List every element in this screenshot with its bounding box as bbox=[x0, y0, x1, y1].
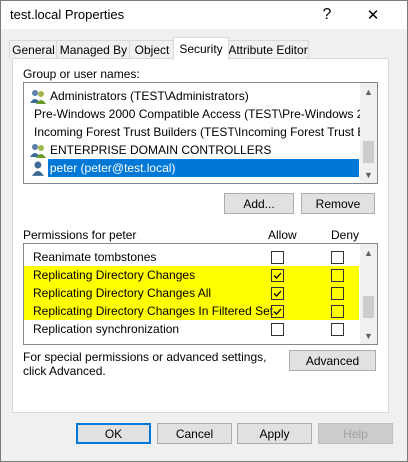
list-item[interactable]: Incoming Forest Trust Builders (TEST\Inc… bbox=[24, 123, 377, 141]
tab-managed-by[interactable]: Managed By bbox=[56, 40, 131, 59]
group-icon bbox=[30, 144, 46, 158]
chevron-down-icon[interactable]: ▼ bbox=[360, 166, 377, 183]
ok-button[interactable]: OK bbox=[76, 423, 151, 444]
tab-general[interactable]: General bbox=[9, 40, 58, 59]
cancel-button[interactable]: Cancel bbox=[157, 423, 232, 444]
tab-object[interactable]: Object bbox=[129, 40, 175, 59]
allow-checkbox[interactable] bbox=[271, 304, 284, 318]
tab-label: Managed By bbox=[59, 43, 128, 57]
deny-checkbox[interactable] bbox=[331, 304, 344, 318]
allow-checkbox[interactable] bbox=[271, 322, 284, 336]
permission-row: Replicating Directory Changes In Filtere… bbox=[24, 302, 359, 320]
permission-name: Replicating Directory Changes In Filtere… bbox=[33, 304, 274, 318]
apply-button[interactable]: Apply bbox=[237, 423, 312, 444]
permission-row: Reanimate tombstones bbox=[24, 248, 359, 266]
chevron-down-icon[interactable]: ▼ bbox=[360, 327, 377, 344]
permission-row: Replicating Directory Changes All bbox=[24, 284, 359, 302]
selected-user-label: peter (peter@test.local) bbox=[47, 159, 359, 177]
deny-header: Deny bbox=[331, 228, 360, 242]
list-item[interactable]: Administrators (TEST\Administrators) bbox=[24, 87, 359, 105]
chevron-up-icon[interactable]: ▲ bbox=[360, 83, 377, 100]
permission-name: Replicating Directory Changes bbox=[33, 268, 196, 282]
deny-checkbox[interactable] bbox=[331, 250, 344, 264]
user-icon bbox=[31, 161, 44, 176]
permissions-scrollbar[interactable]: ▲ ▼ bbox=[360, 244, 377, 344]
tab-label: Object bbox=[134, 43, 170, 57]
title-bar: test.local Properties ? ✕ bbox=[1, 1, 407, 29]
allow-header: Allow bbox=[268, 228, 297, 242]
chevron-up-icon[interactable]: ▲ bbox=[360, 244, 377, 261]
checkmark-icon bbox=[273, 308, 282, 315]
security-panel: Group or user names: Administrators (TES… bbox=[12, 58, 389, 413]
list-item[interactable]: peter (peter@test.local) bbox=[24, 159, 359, 177]
list-item-label: Administrators (TEST\Administrators) bbox=[50, 89, 249, 103]
allow-checkbox[interactable] bbox=[271, 250, 284, 264]
deny-checkbox[interactable] bbox=[331, 268, 344, 282]
advanced-button[interactable]: Advanced bbox=[289, 350, 376, 371]
help-title-button[interactable]: ? bbox=[307, 1, 347, 29]
allow-checkbox[interactable] bbox=[271, 286, 284, 300]
permission-row: Replication synchronization bbox=[24, 320, 359, 338]
deny-checkbox[interactable] bbox=[331, 286, 344, 300]
list-item-label: Pre-Windows 2000 Compatible Access (TEST… bbox=[34, 107, 378, 121]
deny-checkbox[interactable] bbox=[331, 322, 344, 336]
permissions-label: Permissions for peter bbox=[23, 228, 137, 242]
group-icon bbox=[30, 90, 46, 104]
advanced-hint: For special permissions or advanced sett… bbox=[23, 350, 267, 378]
add-button[interactable]: Add... bbox=[224, 193, 294, 214]
list-item[interactable]: Pre-Windows 2000 Compatible Access (TEST… bbox=[24, 105, 377, 123]
permission-name: Replication synchronization bbox=[33, 322, 180, 336]
tab-label: Attribute Editor bbox=[228, 43, 308, 57]
tab-label: General bbox=[12, 43, 55, 57]
close-button[interactable]: ✕ bbox=[353, 1, 393, 29]
scrollbar-thumb[interactable] bbox=[363, 141, 374, 163]
list-item-label: ENTERPRISE DOMAIN CONTROLLERS bbox=[50, 143, 272, 157]
allow-checkbox[interactable] bbox=[271, 268, 284, 282]
list-item[interactable]: ENTERPRISE DOMAIN CONTROLLERS bbox=[24, 141, 359, 159]
help-button: Help bbox=[318, 423, 393, 444]
tab-security[interactable]: Security bbox=[173, 37, 229, 60]
groups-label: Group or user names: bbox=[23, 67, 140, 81]
tab-label: Security bbox=[179, 42, 223, 56]
user-list[interactable]: Administrators (TEST\Administrators) Pre… bbox=[23, 82, 378, 184]
properties-dialog: test.local Properties ? ✕ General Manage… bbox=[0, 0, 408, 462]
checkmark-icon bbox=[273, 272, 282, 279]
user-list-scrollbar[interactable]: ▲ ▼ bbox=[360, 83, 377, 183]
remove-button[interactable]: Remove bbox=[301, 193, 375, 214]
permission-name: Replicating Directory Changes All bbox=[33, 286, 212, 300]
window-title: test.local Properties bbox=[10, 7, 125, 22]
list-item-label: Incoming Forest Trust Builders (TEST\Inc… bbox=[34, 125, 378, 139]
tab-attribute-editor[interactable]: Attribute Editor bbox=[227, 40, 309, 59]
checkmark-icon bbox=[273, 290, 282, 297]
permissions-list[interactable]: Reanimate tombstones Replicating Directo… bbox=[23, 243, 378, 345]
scrollbar-thumb[interactable] bbox=[363, 296, 374, 318]
permission-name: Reanimate tombstones bbox=[33, 250, 157, 264]
permission-row: Replicating Directory Changes bbox=[24, 266, 359, 284]
